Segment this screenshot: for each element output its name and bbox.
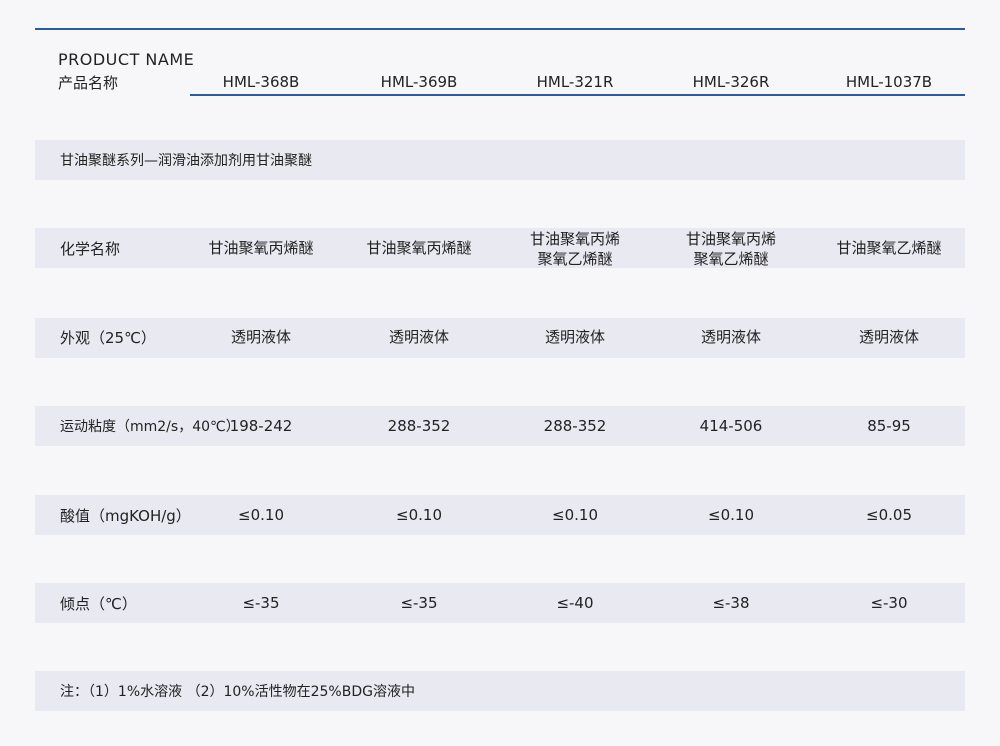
chem-name-4-line-1: 甘油聚氧丙烯: [685, 230, 776, 248]
pour-point-1: ≤-35: [242, 594, 280, 612]
viscosity-2: 288-352: [387, 417, 451, 435]
acid-3: ≤0.10: [552, 506, 598, 524]
pour-point-4: ≤-38: [712, 594, 750, 612]
viscosity-1: 198-242: [229, 417, 293, 435]
product-col-1: HML-368B: [222, 73, 300, 91]
chem-name-3: 甘油聚氧丙烯 聚氧乙烯醚: [500, 229, 650, 269]
product-name-en: PRODUCT NAME: [58, 50, 195, 69]
appearance-2: 透明液体: [388, 328, 449, 346]
row-label-appearance: 外观（25℃）: [60, 329, 156, 347]
product-col-2: HML-369B: [380, 73, 458, 91]
viscosity-4: 414-506: [699, 417, 763, 435]
product-name-zh: 产品名称: [58, 74, 119, 92]
acid-4: ≤0.10: [708, 506, 754, 524]
appearance-3: 透明液体: [544, 328, 605, 346]
pour-point-2: ≤-35: [400, 594, 438, 612]
chem-name-2: 甘油聚氧丙烯醚: [366, 239, 472, 257]
row-label-chem-name: 化学名称: [60, 240, 121, 258]
appearance-1: 透明液体: [230, 328, 291, 346]
chem-name-4: 甘油聚氧丙烯 聚氧乙烯醚: [656, 229, 806, 269]
product-col-5: HML-1037B: [845, 73, 933, 91]
appearance-5: 透明液体: [858, 328, 919, 346]
viscosity-5: 85-95: [867, 417, 911, 435]
top-rule: [35, 28, 965, 30]
pour-point-5: ≤-30: [870, 594, 908, 612]
chem-name-3-line-2: 聚氧乙烯醚: [537, 250, 613, 268]
viscosity-3: 288-352: [543, 417, 607, 435]
acid-5: ≤0.05: [866, 506, 912, 524]
chem-name-5: 甘油聚氧乙烯醚: [836, 239, 942, 257]
chem-name-3-line-1: 甘油聚氧丙烯: [529, 230, 620, 248]
chem-name-1: 甘油聚氧丙烯醚: [208, 239, 314, 257]
acid-1: ≤0.10: [238, 506, 284, 524]
header-rule: [190, 94, 965, 96]
row-label-pour-point: 倾点（℃）: [60, 595, 137, 613]
chem-name-4-line-2: 聚氧乙烯醚: [693, 250, 769, 268]
pour-point-3: ≤-40: [556, 594, 594, 612]
spec-sheet: PRODUCT NAME 产品名称 HML-368B HML-369B HML-…: [0, 0, 1000, 746]
appearance-4: 透明液体: [700, 328, 761, 346]
acid-2: ≤0.10: [396, 506, 442, 524]
product-col-3: HML-321R: [536, 73, 614, 91]
footnote: 注：（1）1%水溶液 （2）10%活性物在25%BDG溶液中: [60, 684, 415, 700]
product-col-4: HML-326R: [692, 73, 770, 91]
row-label-acid: 酸值（mgKOH/g）: [60, 507, 191, 525]
series-title: 甘油聚醚系列—润滑油添加剂用甘油聚醚: [60, 153, 312, 169]
